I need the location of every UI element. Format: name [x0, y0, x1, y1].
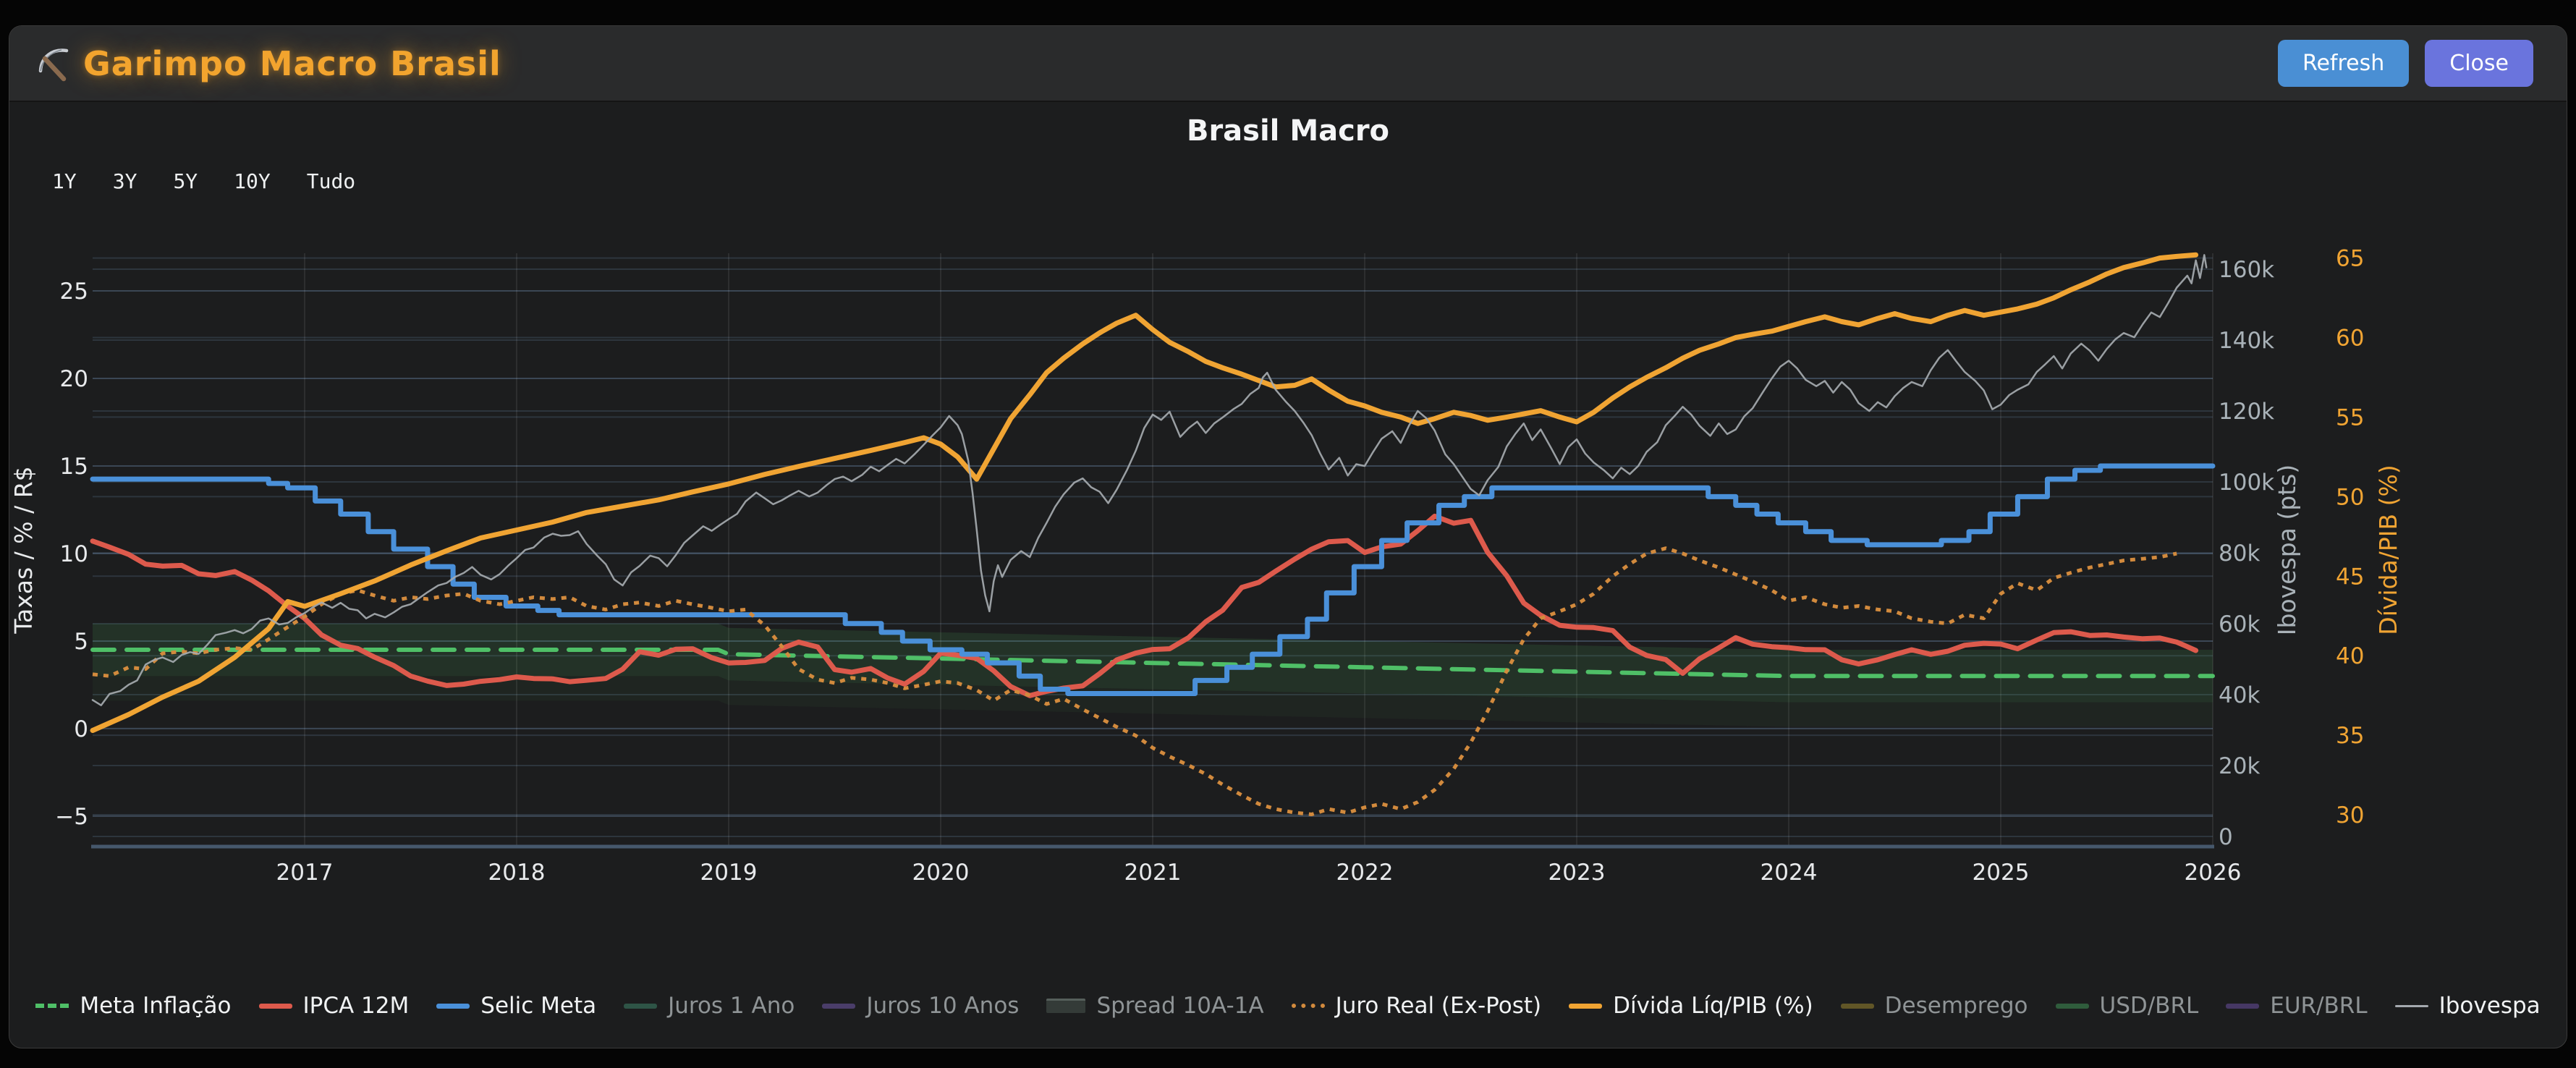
legend-swatch-d-vida-l-q-pib: [1569, 1004, 1602, 1009]
left-axis-tick: 0: [74, 716, 88, 742]
legend-label-juros-1-ano: Juros 1 Ano: [668, 993, 795, 1019]
legend-item-juros-10-anos[interactable]: Juros 10 Anos: [822, 993, 1019, 1019]
ibovespa-axis-tick: 100k: [2219, 470, 2274, 496]
legend-item-spread-10a-1a[interactable]: Spread 10A-1A: [1046, 993, 1263, 1019]
year-axis-tick: 2020: [912, 860, 970, 886]
ibovespa-axis-tick: 20k: [2219, 753, 2260, 779]
left-axis-tick: 20: [60, 366, 88, 392]
year-axis-tick: 2022: [1336, 860, 1394, 886]
legend-label-juros-10-anos: Juros 10 Anos: [866, 993, 1019, 1019]
legend-label-selic-meta: Selic Meta: [480, 993, 596, 1019]
legend-swatch-ipca-12m: [259, 1004, 292, 1009]
legend-swatch-juros-10-anos: [822, 1004, 855, 1009]
ibovespa-axis-tick: 120k: [2219, 399, 2274, 425]
legend-item-ibovespa[interactable]: Ibovespa: [2395, 993, 2541, 1019]
ibovespa-axis-tick: 40k: [2219, 682, 2260, 708]
left-axis-tick: 25: [60, 279, 88, 305]
legend-swatch-desemprego: [1841, 1004, 1874, 1009]
axis-title-divida: Dívida/PIB (%): [2374, 465, 2402, 635]
divida-axis-tick: 45: [2336, 564, 2364, 590]
legend-item-meta-infla-o[interactable]: Meta Inflação: [35, 993, 231, 1019]
divida-axis-tick: 55: [2336, 404, 2364, 431]
legend-item-usd-brl[interactable]: USD/BRL: [2056, 993, 2199, 1019]
legend-label-spread-10a-1a: Spread 10A-1A: [1096, 993, 1263, 1019]
legend-label-juro-real-ex-post: Juro Real (Ex-Post): [1336, 993, 1542, 1019]
divida-axis-tick: 50: [2336, 484, 2364, 510]
year-axis-tick: 2026: [2185, 860, 2242, 886]
year-axis-tick: 2017: [276, 860, 334, 886]
left-axis-tick: −5: [55, 804, 88, 830]
legend-item-juro-real-ex-post[interactable]: Juro Real (Ex-Post): [1292, 993, 1542, 1019]
chart-legend: Meta Inflação IPCA 12M Selic Meta Juros 1 A…: [36, 993, 2540, 1019]
ibovespa-axis-tick: 80k: [2219, 541, 2260, 567]
left-axis-tick: 10: [60, 541, 88, 567]
left-axis-tick: 15: [60, 454, 88, 480]
legend-swatch-eur-brl: [2226, 1004, 2259, 1009]
axis-title-taxas: Taxas / % / R$: [9, 466, 38, 634]
year-axis-tick: 2018: [488, 860, 546, 886]
divida-axis-tick: 30: [2336, 802, 2364, 828]
legend-item-selic-meta[interactable]: Selic Meta: [436, 993, 596, 1019]
divida-axis-tick: 60: [2336, 326, 2364, 352]
divida-axis-tick: 40: [2336, 643, 2364, 669]
legend-label-desemprego: Desemprego: [1885, 993, 2028, 1019]
divida-axis-tick: 35: [2336, 723, 2364, 749]
macro-chart[interactable]: −50510152025020k40k60k80k100k120k140k160…: [0, 0, 2576, 1068]
legend-label-usd-brl: USD/BRL: [2100, 993, 2199, 1019]
legend-item-eur-brl[interactable]: EUR/BRL: [2226, 993, 2367, 1019]
legend-item-desemprego[interactable]: Desemprego: [1841, 993, 2028, 1019]
year-axis-tick: 2023: [1548, 860, 1606, 886]
ibovespa-axis-tick: 60k: [2219, 611, 2260, 637]
legend-item-juros-1-ano[interactable]: Juros 1 Ano: [624, 993, 795, 1019]
legend-swatch-juros-1-ano: [624, 1004, 657, 1009]
axis-title-ibovespa: Ibovespa (pts): [2273, 465, 2301, 635]
legend-label-d-vida-l-q-pib: Dívida Líq/PIB (%): [1613, 993, 1813, 1019]
legend-label-ipca-12m: IPCA 12M: [303, 993, 410, 1019]
legend-swatch-juro-real-ex-post: [1292, 1004, 1325, 1008]
legend-swatch-meta-infla-o: [35, 1004, 69, 1008]
year-axis-tick: 2021: [1124, 860, 1182, 886]
legend-item-d-vida-l-q-pib[interactable]: Dívida Líq/PIB (%): [1569, 993, 1813, 1019]
legend-swatch-selic-meta: [436, 1004, 470, 1009]
ibovespa-axis-tick: 160k: [2219, 257, 2274, 283]
legend-label-meta-infla-o: Meta Inflação: [80, 993, 231, 1019]
year-axis-tick: 2025: [1973, 860, 2030, 886]
legend-swatch-ibovespa: [2395, 1005, 2428, 1007]
ibovespa-axis-tick: 0: [2219, 824, 2233, 850]
legend-label-ibovespa: Ibovespa: [2439, 993, 2541, 1019]
legend-swatch-usd-brl: [2056, 1004, 2089, 1009]
year-axis-tick: 2019: [700, 860, 758, 886]
legend-swatch-spread-10a-1a: [1046, 999, 1085, 1013]
legend-label-eur-brl: EUR/BRL: [2270, 993, 2367, 1019]
axis-tick-labels: −50510152025020k40k60k80k100k120k140k160…: [55, 246, 2364, 886]
ibovespa-axis-tick: 140k: [2219, 328, 2274, 354]
legend-item-ipca-12m[interactable]: IPCA 12M: [259, 993, 410, 1019]
year-axis-tick: 2024: [1761, 860, 1818, 886]
divida-axis-tick: 65: [2336, 246, 2364, 272]
left-axis-tick: 5: [74, 629, 88, 655]
